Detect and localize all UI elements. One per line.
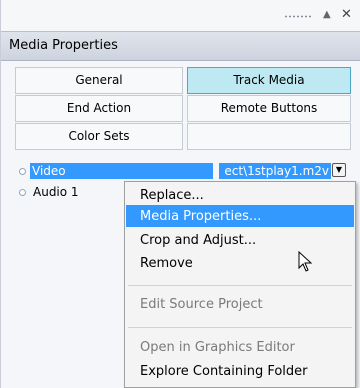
menu-item-edit-source-project[interactable]: Edit Source Project [140,297,263,312]
tab-end-action[interactable]: End Action [15,95,183,122]
menu-item-media-properties[interactable]: Media Properties... [140,209,261,224]
tree-item-video[interactable]: Video [30,163,213,179]
menu-separator [128,327,352,328]
tab-remote-buttons[interactable]: Remote Buttons [187,95,351,122]
panel-titlebar: ▲ ✕ [1,0,360,31]
menu-item-open-graphics-editor[interactable]: Open in Graphics Editor [140,340,295,355]
tree-item-audio[interactable]: Audio 1 [33,185,79,199]
close-icon[interactable]: ✕ [341,7,352,22]
menu-item-crop-adjust[interactable]: Crop and Adjust... [140,233,256,248]
menu-item-explore-folder[interactable]: Explore Containing Folder [140,364,308,379]
menu-separator [128,285,352,286]
mouse-pointer-icon [298,251,313,272]
tab-general[interactable]: General [15,67,183,94]
tab-color-sets[interactable]: Color Sets [15,123,183,150]
panel-header: Media Properties [1,31,360,61]
media-properties-panel: ▲ ✕ Media Properties General Track Media… [0,0,360,388]
context-menu: Replace... Media Properties... Crop and … [124,181,356,388]
drag-grip-icon[interactable] [284,15,312,18]
video-path-field[interactable]: ect\1stplay1.m2v [219,163,331,179]
tab-grid: General Track Media End Action Remote Bu… [1,61,360,154]
panel-title: Media Properties [9,38,118,53]
tab-track-media[interactable]: Track Media [187,67,351,94]
chevron-down-icon[interactable]: ▼ [332,163,346,177]
tab-empty [187,123,351,150]
menu-item-replace[interactable]: Replace... [140,188,204,203]
menu-item-remove[interactable]: Remove [140,256,193,271]
tree-node-icon [19,168,26,175]
tree-node-icon [19,189,26,196]
pin-icon[interactable]: ▲ [323,9,331,20]
